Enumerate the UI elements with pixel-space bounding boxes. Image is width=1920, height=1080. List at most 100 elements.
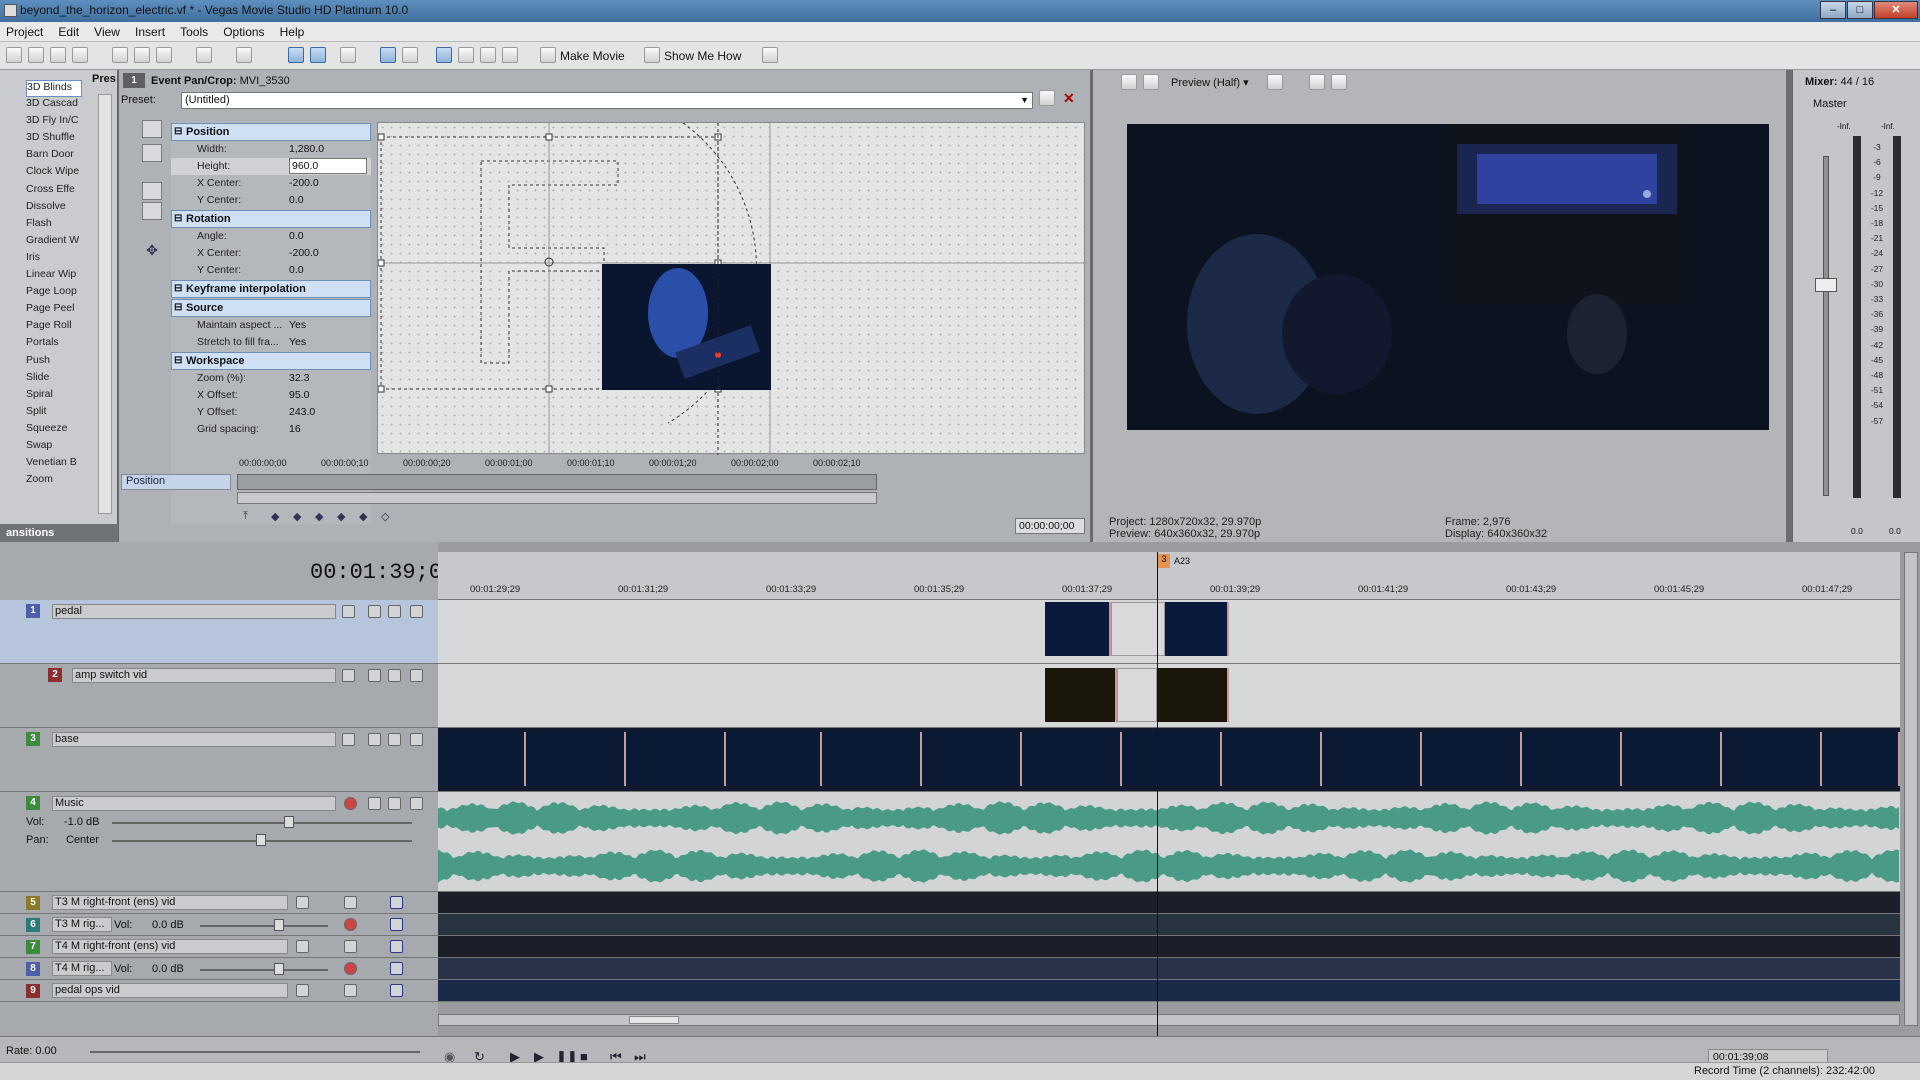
split-tool-icon[interactable]: [458, 47, 474, 63]
track-header[interactable]: 5 T3 M right-front (ens) vid: [0, 892, 438, 914]
track-name[interactable]: T3 M rig...: [52, 917, 112, 932]
save-preset-icon[interactable]: [1039, 90, 1055, 106]
video-event[interactable]: [1045, 668, 1117, 722]
track-5[interactable]: 5 T3 M right-front (ens) vid: [0, 892, 1920, 914]
track-header[interactable]: 3 base: [0, 728, 438, 792]
transition-item[interactable]: Page Loop: [26, 285, 82, 302]
paste-icon[interactable]: [156, 47, 172, 63]
maximize-button[interactable]: □: [1847, 1, 1873, 19]
new-icon[interactable]: [6, 47, 22, 63]
preview-quality-dropdown[interactable]: Preview (Half) ▾: [1171, 76, 1249, 89]
prop-row[interactable]: Y Offset: 243.0: [171, 404, 371, 421]
position-tab[interactable]: Position: [121, 474, 231, 490]
lock-envelopes-icon[interactable]: [402, 47, 418, 63]
snapping-icon[interactable]: [380, 47, 396, 63]
zoom-edit-icon[interactable]: [142, 162, 162, 180]
sync-cursor-icon[interactable]: ⤒: [243, 510, 248, 523]
cut-icon[interactable]: [112, 47, 128, 63]
prop-row[interactable]: Maintain aspect ... Yes: [171, 317, 371, 334]
track-name[interactable]: base: [52, 732, 336, 747]
make-movie-icon[interactable]: [540, 47, 556, 63]
prop-row[interactable]: Stretch to fill fra... Yes: [171, 334, 371, 351]
move-freely-icon[interactable]: ✥: [142, 242, 162, 260]
track-fx-icon[interactable]: [368, 733, 381, 746]
transition-item[interactable]: Venetian B: [26, 456, 82, 473]
properties-icon[interactable]: [72, 47, 88, 63]
transition-item[interactable]: Push: [26, 354, 82, 371]
prop-row[interactable]: Angle: 0.0: [171, 228, 371, 245]
show-me-how-icon[interactable]: [644, 47, 660, 63]
timeline-vertical-scrollbar[interactable]: [1904, 552, 1918, 1026]
track-name[interactable]: T3 M right-front (ens) vid: [52, 895, 288, 910]
track-lane[interactable]: [438, 728, 1900, 792]
track-header[interactable]: 2 amp switch vid: [0, 664, 438, 728]
enable-snapping-icon[interactable]: [142, 182, 162, 200]
master-fader-handle[interactable]: [1815, 278, 1837, 292]
open-icon[interactable]: [28, 47, 44, 63]
minimize-button[interactable]: –: [1820, 1, 1846, 19]
track-motion-icon[interactable]: [342, 669, 355, 682]
next-keyframe-icon[interactable]: ◆: [315, 510, 323, 523]
track-4[interactable]: 4 Music Vol: -1.0 dB Pan: Center: [0, 792, 1920, 892]
show-properties-icon[interactable]: [142, 120, 162, 138]
height-input[interactable]: 960.0: [289, 158, 367, 174]
preset-dropdown[interactable]: (Untitled) ▼: [181, 92, 1033, 109]
zoom-tool-icon[interactable]: [502, 47, 518, 63]
transition-item[interactable]: Spiral: [26, 388, 82, 405]
video-event[interactable]: [1157, 668, 1229, 722]
menu-options[interactable]: Options: [217, 23, 270, 41]
track-fx-icon[interactable]: [368, 605, 381, 618]
track-motion-icon[interactable]: [296, 984, 309, 997]
track-fx-icon[interactable]: [344, 896, 357, 909]
track-lane[interactable]: [438, 980, 1900, 1002]
solo-icon[interactable]: [410, 733, 423, 746]
crossfade-region[interactable]: [1117, 668, 1157, 722]
track-header[interactable]: 7 T4 M right-front (ens) vid: [0, 936, 438, 958]
transition-item[interactable]: Gradient W: [26, 234, 82, 251]
prop-row[interactable]: X Center: -200.0: [171, 175, 371, 192]
volume-slider-handle[interactable]: [284, 816, 294, 828]
track-header[interactable]: 6 T3 M rig... Vol: 0.0 dB: [0, 914, 438, 936]
prop-row[interactable]: Zoom (%): 32.3: [171, 370, 371, 387]
prop-value[interactable]: 32.3: [289, 372, 309, 384]
envelope-tool-icon[interactable]: [340, 47, 356, 63]
track-lane[interactable]: [438, 664, 1900, 728]
first-keyframe-icon[interactable]: ◆: [271, 510, 279, 523]
section-keyframe-interpolation[interactable]: Keyframe interpolation: [171, 280, 371, 298]
section-rotation[interactable]: Rotation: [171, 210, 371, 228]
menu-tools[interactable]: Tools: [174, 23, 214, 41]
tab-transitions[interactable]: ansitions: [6, 527, 54, 539]
mute-icon[interactable]: [388, 605, 401, 618]
volume-slider-handle[interactable]: [274, 963, 284, 975]
menu-view[interactable]: View: [88, 23, 126, 41]
timeline-horizontal-scrollbar[interactable]: [438, 1014, 1900, 1026]
playhead-cursor[interactable]: [1157, 552, 1158, 1036]
track-fx-icon[interactable]: [344, 984, 357, 997]
track-fx-icon[interactable]: [368, 669, 381, 682]
normal-edit-tool-icon[interactable]: [310, 47, 326, 63]
volume-slider[interactable]: [112, 822, 412, 824]
external-monitor-icon[interactable]: [1143, 74, 1159, 90]
mute-icon[interactable]: [388, 669, 401, 682]
transition-item[interactable]: Linear Wip: [26, 268, 82, 285]
add-keyframe-icon[interactable]: ◆: [359, 510, 367, 523]
transition-item[interactable]: Dissolve: [26, 200, 82, 217]
video-event[interactable]: [1045, 602, 1111, 656]
transition-item[interactable]: Swap: [26, 439, 82, 456]
audio-lane[interactable]: [438, 792, 1900, 892]
track-3[interactable]: 3 base: [0, 728, 1920, 792]
presets-scrollbar[interactable]: [98, 94, 112, 514]
prop-row[interactable]: Height: 960.0: [171, 158, 371, 175]
solo-icon[interactable]: [410, 605, 423, 618]
delete-preset-icon[interactable]: ✕: [1063, 90, 1075, 107]
track-lane[interactable]: [438, 936, 1900, 958]
copy-icon[interactable]: [134, 47, 150, 63]
track-motion-icon[interactable]: [296, 896, 309, 909]
keyframe-scrollbar[interactable]: [237, 492, 877, 504]
prop-value[interactable]: 243.0: [289, 406, 315, 418]
video-event[interactable]: [1165, 602, 1229, 656]
transition-item[interactable]: Split: [26, 405, 82, 422]
prop-row[interactable]: X Offset: 95.0: [171, 387, 371, 404]
track-lane[interactable]: [438, 600, 1900, 664]
track-motion-icon[interactable]: [296, 940, 309, 953]
